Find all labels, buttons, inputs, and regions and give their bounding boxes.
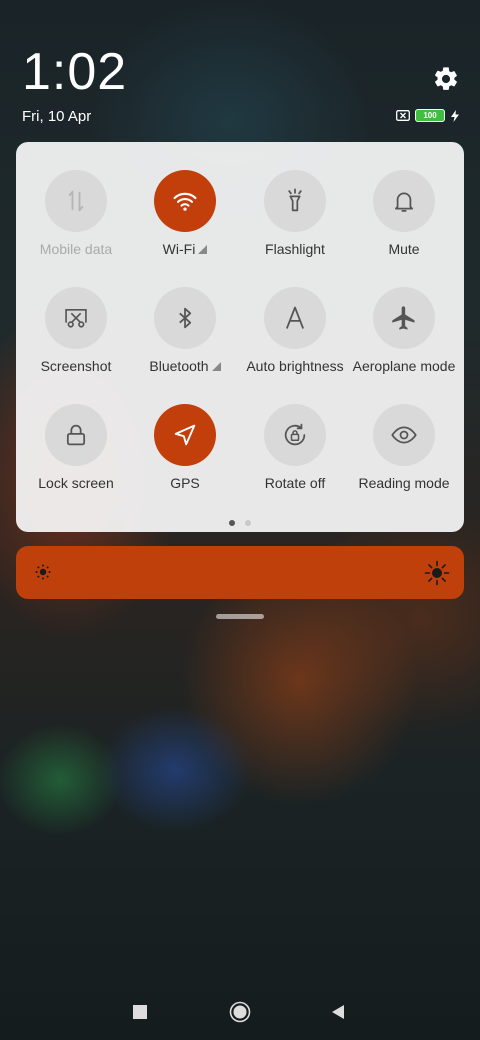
screenshot-toggle[interactable] <box>45 287 107 349</box>
tile-label: Screenshot <box>40 358 112 374</box>
rotate-lock-icon <box>284 423 306 446</box>
tile-gps[interactable]: GPS <box>130 404 240 491</box>
tile-wifi[interactable]: Wi-Fi <box>130 170 240 257</box>
bluetooth-icon <box>179 307 192 329</box>
brightness-high-icon <box>424 560 450 586</box>
tile-label: Reading mode <box>358 475 450 491</box>
panel-drag-handle[interactable] <box>216 614 264 619</box>
quick-settings-panel: Mobile data Wi-Fi Flashlight Mute Screen… <box>16 142 464 532</box>
airplane-icon <box>392 306 415 330</box>
eye-icon <box>391 426 417 444</box>
tile-bluetooth[interactable]: Bluetooth <box>130 287 240 374</box>
rotate-off-toggle[interactable] <box>264 404 326 466</box>
wifi-toggle[interactable] <box>154 170 216 232</box>
tile-label: Auto brightness <box>246 358 344 374</box>
back-icon <box>332 1005 344 1019</box>
brightness-slider[interactable] <box>16 546 464 599</box>
tile-label: Mute <box>388 241 420 257</box>
date: Fri, 10 Apr <box>22 108 92 125</box>
screenshot-icon <box>65 309 87 328</box>
reading-mode-toggle[interactable] <box>373 404 435 466</box>
auto-brightness-toggle[interactable] <box>264 287 326 349</box>
tile-flashlight[interactable]: Flashlight <box>240 170 350 257</box>
tile-auto-brightness[interactable]: Auto brightness <box>240 287 350 374</box>
navigation-bar <box>0 990 480 1034</box>
tile-lock-screen[interactable]: Lock screen <box>21 404 131 491</box>
tile-label: Mobile data <box>39 241 113 257</box>
home-icon <box>229 1001 251 1023</box>
page-dot-1[interactable] <box>229 520 235 526</box>
tile-label: Lock screen <box>38 475 114 491</box>
tile-aeroplane-mode[interactable]: Aeroplane mode <box>349 287 459 374</box>
recents-icon <box>133 1005 147 1019</box>
no-sim-icon <box>396 110 410 121</box>
tile-label: Flashlight <box>265 241 325 257</box>
expand-triangle-icon[interactable] <box>211 361 221 371</box>
home-button[interactable] <box>228 1000 252 1024</box>
tile-label: Bluetooth <box>130 358 240 374</box>
brightness-low-icon <box>35 564 51 580</box>
flashlight-toggle[interactable] <box>264 170 326 232</box>
battery-icon: 100 <box>415 109 445 122</box>
lock-screen-toggle[interactable] <box>45 404 107 466</box>
tile-mute[interactable]: Mute <box>349 170 459 257</box>
auto-brightness-icon <box>286 306 304 329</box>
mute-toggle[interactable] <box>373 170 435 232</box>
aeroplane-mode-toggle[interactable] <box>373 287 435 349</box>
lock-icon <box>66 424 86 446</box>
page-indicator <box>16 520 464 526</box>
tile-label: Wi-Fi <box>130 241 240 257</box>
clock: 1:02 <box>22 43 128 101</box>
wifi-icon <box>173 192 197 211</box>
tile-rotate-off[interactable]: Rotate off <box>240 404 350 491</box>
back-button[interactable] <box>326 1000 350 1024</box>
mobile-data-icon <box>68 190 84 212</box>
tile-label: Rotate off <box>264 475 326 491</box>
tile-screenshot[interactable]: Screenshot <box>21 287 131 374</box>
bluetooth-toggle[interactable] <box>154 287 216 349</box>
expand-triangle-icon[interactable] <box>198 244 208 254</box>
tile-label: GPS <box>170 475 200 491</box>
mobile-data-toggle[interactable] <box>45 170 107 232</box>
charging-bolt-icon <box>451 109 459 122</box>
tile-label: Aeroplane mode <box>352 358 456 374</box>
page-dot-2[interactable] <box>245 520 251 526</box>
location-arrow-icon <box>174 424 196 446</box>
bell-icon <box>394 192 414 212</box>
status-icons: 100 <box>396 109 460 122</box>
recents-button[interactable] <box>128 1000 152 1024</box>
tile-mobile-data[interactable]: Mobile data <box>21 170 131 257</box>
flashlight-icon <box>288 188 302 212</box>
settings-gear-icon[interactable] <box>432 65 460 93</box>
gps-toggle[interactable] <box>154 404 216 466</box>
tile-reading-mode[interactable]: Reading mode <box>349 404 459 491</box>
